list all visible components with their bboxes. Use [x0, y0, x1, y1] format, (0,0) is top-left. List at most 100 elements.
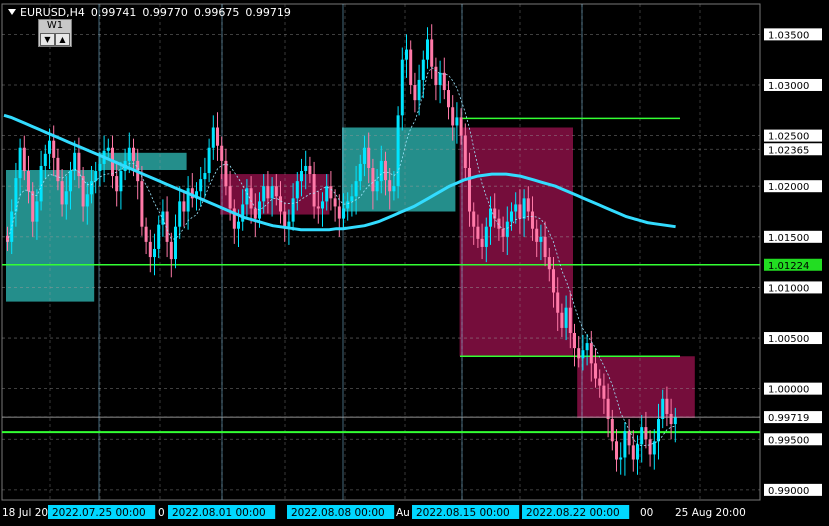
candle-body [279, 196, 282, 212]
candle-body [379, 160, 383, 182]
candle-body [413, 84, 417, 101]
candle-body [22, 147, 26, 172]
candle-body [539, 236, 543, 242]
candle-body [106, 147, 110, 151]
price-label: 1.02000 [768, 182, 809, 193]
candle-body [371, 167, 375, 192]
candle-body [409, 49, 413, 85]
candle-body [140, 181, 144, 227]
candle-body [665, 398, 669, 414]
candle-body [577, 348, 581, 359]
candle-body [669, 413, 673, 425]
time-label: 25 Aug 20:00 [675, 507, 746, 519]
candle-body [27, 171, 30, 192]
candle-body [350, 196, 354, 202]
candle-body [438, 72, 442, 85]
candle-body [216, 127, 219, 146]
candle-body [522, 198, 526, 219]
time-label: 2022.08.15 00:00 [416, 507, 510, 519]
candle-body [598, 378, 602, 386]
candle-body [384, 160, 387, 181]
candle-body [60, 181, 64, 205]
time-label: 2022.08.01 00:00 [172, 507, 266, 519]
candle-body [568, 307, 572, 333]
candle-body [203, 173, 207, 180]
candle-body [644, 427, 648, 440]
candle-body [207, 147, 211, 174]
candle-body [367, 147, 371, 168]
candle-body [573, 332, 576, 349]
candle-body [94, 171, 98, 182]
price-label: 1.01224 [768, 261, 809, 272]
candle-body [615, 441, 618, 460]
symbol-timeframe: EURUSD,H4 [20, 6, 85, 19]
price-label: 1.03000 [768, 81, 809, 92]
time-label: Au [396, 507, 410, 519]
candle-body [266, 186, 270, 199]
candle-body [392, 186, 396, 192]
candle-body [43, 153, 47, 166]
candle-body [144, 226, 148, 242]
candle-body [35, 201, 39, 222]
candle-body [531, 211, 534, 229]
candle-body [64, 191, 68, 205]
candle-body [325, 186, 329, 202]
candle-body [10, 211, 14, 242]
price-chart[interactable]: 1.03500 1.03000 1.02500 1.02365 1.02000 1.015… [0, 0, 829, 526]
candle-body [270, 186, 274, 199]
candle-body [627, 431, 631, 446]
candle-body [430, 39, 434, 67]
candle-body [157, 224, 161, 249]
candle-body [480, 238, 484, 247]
candle-body [556, 292, 560, 313]
candle-body [661, 398, 665, 420]
candle-body [594, 363, 597, 379]
candle-body [81, 176, 85, 207]
time-label: 2022.08.08 00:00 [291, 507, 385, 519]
timeframe-label: W1 [46, 20, 64, 31]
candle-body [161, 211, 165, 225]
time-label: 00 [640, 507, 653, 519]
candle-body [619, 457, 623, 460]
candle-body [241, 204, 245, 222]
dropdown-triangle-icon[interactable] [8, 9, 16, 15]
candle-body [673, 416, 677, 425]
candle-body [249, 188, 253, 209]
candle-body [18, 147, 22, 179]
candle-body [31, 191, 35, 222]
candle-body [90, 181, 93, 195]
candle-body [451, 107, 455, 126]
candle-body [543, 236, 547, 258]
candle-body [657, 419, 660, 442]
candle-body [73, 152, 77, 172]
candle-body [505, 221, 509, 237]
time-label: 0 [158, 507, 165, 519]
candle-body [405, 49, 408, 60]
price-label: 0.99500 [768, 435, 809, 446]
candle-body [354, 181, 358, 197]
candle-body [636, 444, 639, 460]
chart-window[interactable]: { "header": { "symbol_tf": "EURUSD,H4", … [0, 0, 829, 526]
candle-body [396, 115, 400, 187]
timeframe-up-button[interactable]: ▲ [55, 33, 70, 46]
fast-moving-average [7, 66, 676, 447]
candle-body [606, 398, 610, 420]
timeframe-switcher[interactable]: W1 ▼ ▲ [38, 19, 72, 47]
candle-body [333, 198, 337, 207]
candle-body [316, 206, 320, 209]
candle-body [304, 165, 308, 172]
candle-body [308, 165, 312, 175]
price-label: 1.00500 [768, 334, 809, 345]
supply-demand-zone [459, 127, 573, 357]
candle-body [295, 181, 299, 199]
candle-body [426, 39, 429, 60]
candle-body [589, 343, 593, 364]
candle-body [400, 59, 404, 116]
candle-body [463, 135, 467, 168]
candle-body [182, 201, 186, 212]
timeframe-down-button[interactable]: ▼ [40, 33, 55, 46]
candle-body [375, 181, 379, 192]
candle-body [169, 241, 173, 260]
candle-body [228, 186, 232, 209]
price-label: 1.01000 [768, 283, 809, 294]
